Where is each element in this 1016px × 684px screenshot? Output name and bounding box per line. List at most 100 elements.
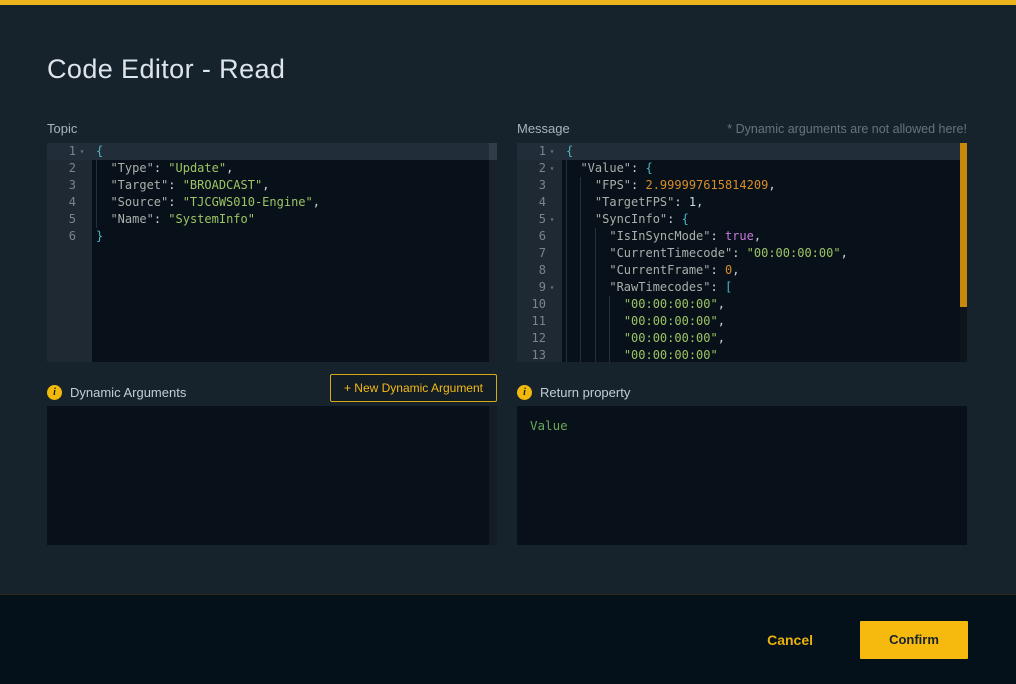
fold-spacer <box>76 211 88 228</box>
indent-guide <box>595 245 609 262</box>
code-line[interactable]: 3 "Target": "BROADCAST", <box>47 177 497 194</box>
code-line[interactable]: 6 "IsInSyncMode": true, <box>517 228 967 245</box>
code-token: { <box>96 144 103 158</box>
return-property-field[interactable]: Value <box>517 406 967 545</box>
fold-arrow-icon[interactable]: ▾ <box>546 279 558 296</box>
line-number: 10 <box>517 296 562 313</box>
topic-label: Topic <box>47 121 77 136</box>
code-token: "IsInSyncMode" <box>609 229 710 243</box>
fold-arrow-icon[interactable]: ▾ <box>546 211 558 228</box>
indent-guide <box>96 211 110 228</box>
indent-guide <box>566 177 580 194</box>
cancel-button[interactable]: Cancel <box>767 632 813 648</box>
line-number: 3 <box>517 177 562 194</box>
dynamic-arguments-label: Dynamic Arguments <box>70 385 186 400</box>
code-token: "CurrentTimecode" <box>609 246 732 260</box>
dynamic-arguments-scrollbar-track[interactable] <box>489 406 497 545</box>
line-number: 1▾ <box>47 143 92 160</box>
indent-guide <box>566 262 580 279</box>
confirm-button[interactable]: Confirm <box>860 621 968 659</box>
code-line[interactable]: 2 "Type": "Update", <box>47 160 497 177</box>
fold-spacer <box>546 228 558 245</box>
fold-arrow-icon[interactable]: ▾ <box>546 143 558 160</box>
code-token: : <box>631 178 645 192</box>
code-token: true <box>725 229 754 243</box>
code-line[interactable]: 4 "TargetFPS": 1, <box>517 194 967 211</box>
code-token: "00:00:00:00" <box>747 246 841 260</box>
code-token: "Value" <box>580 161 631 175</box>
code-token: : <box>154 161 168 175</box>
code-token: "00:00:00:00" <box>624 331 718 345</box>
code-token: "CurrentFrame" <box>609 263 710 277</box>
message-scrollbar-track[interactable] <box>960 143 967 362</box>
top-accent-bar <box>0 0 1016 5</box>
line-number: 1▾ <box>517 143 562 160</box>
code-line[interactable]: 1▾ { <box>47 143 497 160</box>
code-line[interactable]: 11 "00:00:00:00", <box>517 313 967 330</box>
indent-guide <box>566 279 580 296</box>
code-token: , <box>718 331 725 345</box>
code-token: : <box>168 195 182 209</box>
code-token: , <box>841 246 848 260</box>
topic-scrollbar-track[interactable] <box>489 143 497 362</box>
indent-guide <box>566 194 580 211</box>
code-token: , <box>313 195 320 209</box>
code-token: : <box>631 161 645 175</box>
indent-guide <box>580 347 594 362</box>
code-token: , <box>718 297 725 311</box>
fold-arrow-icon[interactable]: ▾ <box>546 160 558 177</box>
indent-guide <box>580 228 594 245</box>
indent-guide <box>566 296 580 313</box>
code-line[interactable]: 6} <box>47 228 497 245</box>
line-number: 4 <box>47 194 92 211</box>
indent-guide <box>96 194 110 211</box>
code-line[interactable]: 7 "CurrentTimecode": "00:00:00:00", <box>517 245 967 262</box>
line-number: 5▾ <box>517 211 562 228</box>
indent-guide <box>609 313 623 330</box>
code-line[interactable]: 5 "Name": "SystemInfo" <box>47 211 497 228</box>
indent-guide <box>595 296 609 313</box>
code-line[interactable]: 9▾ "RawTimecodes": [ <box>517 279 967 296</box>
code-token: : <box>674 195 688 209</box>
code-line[interactable]: 10 "00:00:00:00", <box>517 296 967 313</box>
message-scrollbar-thumb[interactable] <box>960 143 967 307</box>
code-line[interactable]: 8 "CurrentFrame": 0, <box>517 262 967 279</box>
code-line[interactable]: 5▾ "SyncInfo": { <box>517 211 967 228</box>
fold-arrow-icon[interactable]: ▾ <box>76 143 88 160</box>
message-code-editor[interactable]: 1▾{2▾ "Value": {3 "FPS": 2.9999976158142… <box>517 143 967 362</box>
line-number: 7 <box>517 245 562 262</box>
indent-guide <box>609 330 623 347</box>
code-line[interactable]: 1▾{ <box>517 143 967 160</box>
code-token: { <box>645 161 652 175</box>
indent-guide <box>566 160 580 177</box>
code-token: "RawTimecodes" <box>609 280 710 294</box>
code-token: , <box>754 229 761 243</box>
message-label: Message <box>517 121 570 136</box>
code-line[interactable]: 4 "Source": "TJCGWS010-Engine", <box>47 194 497 211</box>
code-token: "00:00:00:00" <box>624 297 718 311</box>
indent-guide <box>595 313 609 330</box>
code-token: "FPS" <box>595 178 631 192</box>
code-token: , <box>226 161 233 175</box>
dialog-footer: Cancel Confirm <box>0 594 1016 684</box>
indent-guide <box>566 228 580 245</box>
indent-guide <box>580 330 594 347</box>
line-number: 2▾ <box>517 160 562 177</box>
code-line[interactable]: 12 "00:00:00:00", <box>517 330 967 347</box>
code-token: , <box>732 263 739 277</box>
fold-spacer <box>546 313 558 330</box>
fold-spacer <box>546 177 558 194</box>
dynamic-arguments-header: i Dynamic Arguments <box>47 384 186 400</box>
new-dynamic-argument-button[interactable]: + New Dynamic Argument <box>330 374 497 402</box>
code-token: , <box>768 178 775 192</box>
topic-code-editor[interactable]: 1▾ {2 "Type": "Update",3 "Target": "BROAD… <box>47 143 497 362</box>
indent-guide <box>566 211 580 228</box>
code-line[interactable]: 13 "00:00:00:00" <box>517 347 967 362</box>
code-line[interactable]: 3 "FPS": 2.999997615814209, <box>517 177 967 194</box>
indent-guide <box>580 177 594 194</box>
code-token: } <box>96 229 103 243</box>
code-token: : <box>711 280 725 294</box>
code-token: [ <box>725 280 732 294</box>
code-line[interactable]: 2▾ "Value": { <box>517 160 967 177</box>
code-token: "SystemInfo" <box>168 212 255 226</box>
